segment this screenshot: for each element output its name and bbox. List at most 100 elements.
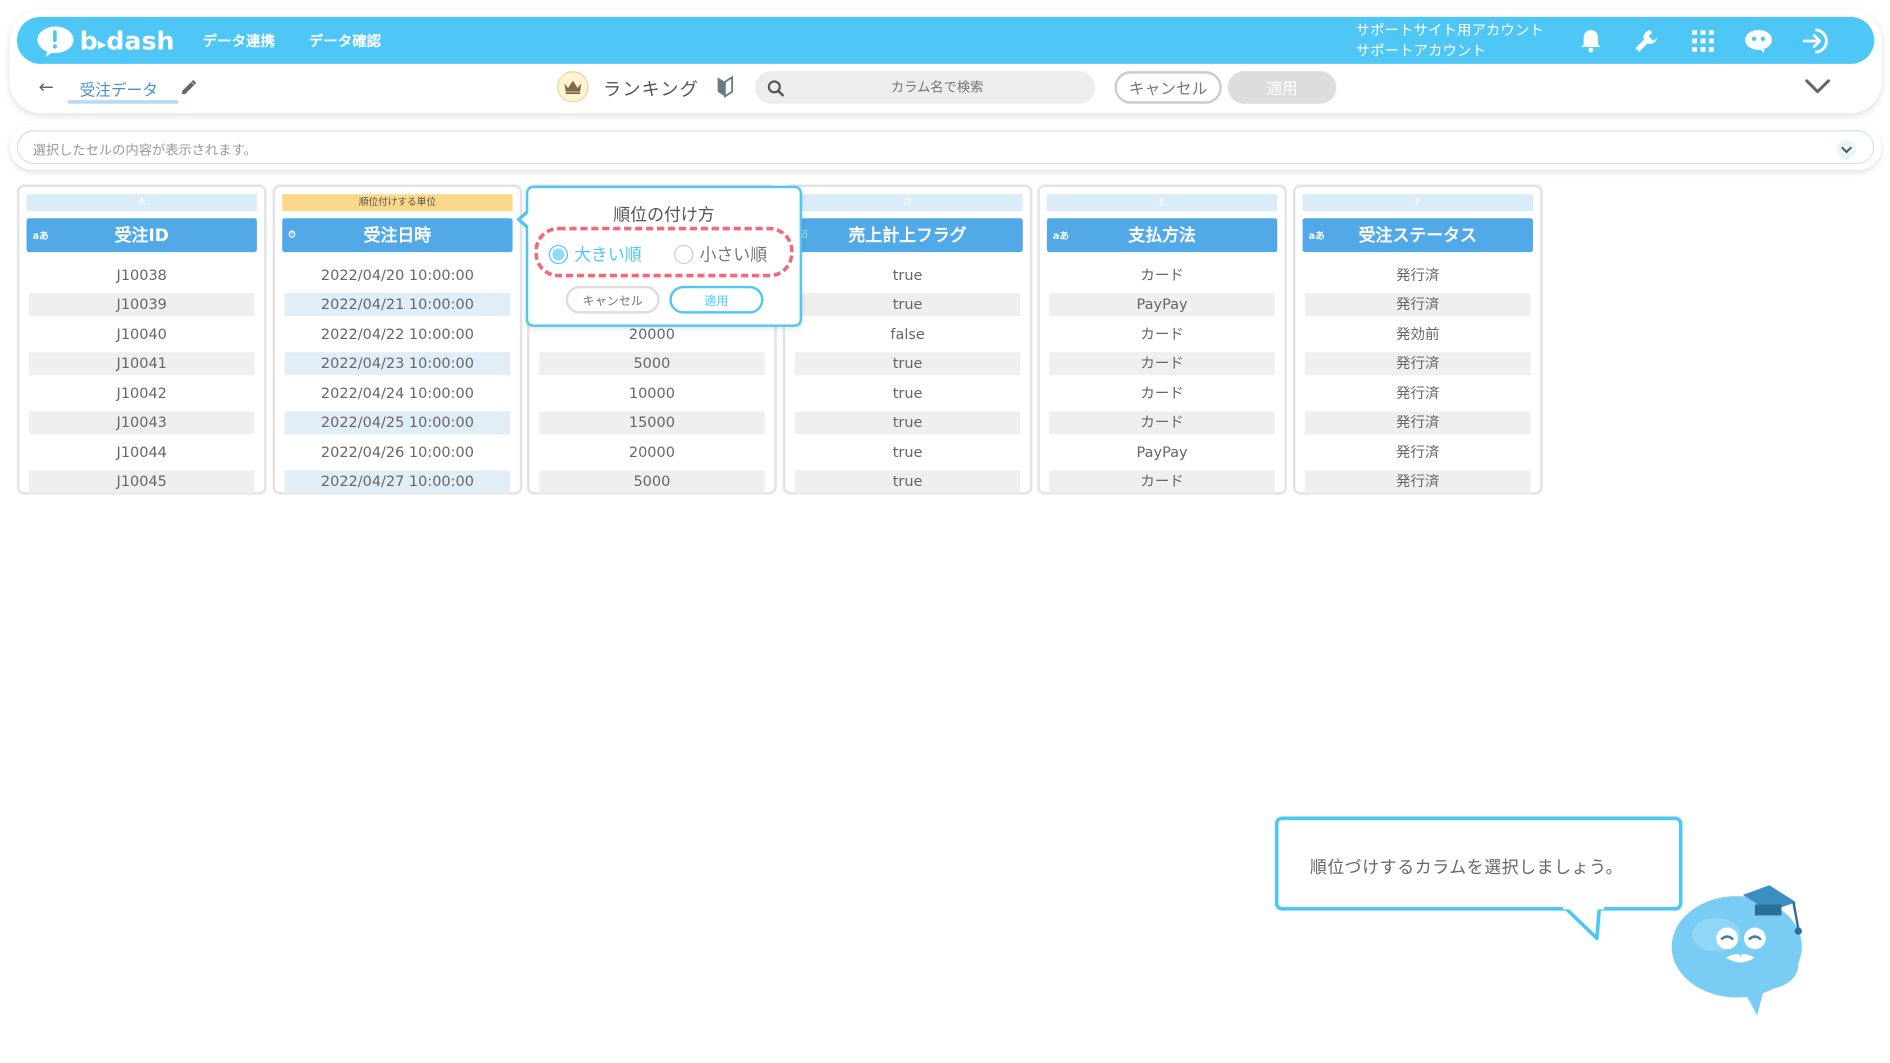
cell-content-bar[interactable]: 選択したセルの内容が表示されます。: [16, 130, 1875, 165]
table-cell[interactable]: 2022/04/20 10:00:00: [285, 264, 511, 287]
radio-ascending-label: 小さい順: [699, 246, 768, 266]
table-cell[interactable]: カード: [1049, 352, 1275, 376]
mascot-help-icon[interactable]: [1744, 27, 1773, 56]
table-cell[interactable]: J10045: [28, 470, 255, 494]
radio-descending[interactable]: 大きい順: [548, 242, 642, 266]
account-line-2: サポートアカウント: [1355, 42, 1486, 60]
column-header[interactable]: aあ 受注ID: [26, 218, 257, 253]
table-cell[interactable]: 発行済: [1305, 264, 1531, 287]
nav-data-integration[interactable]: データ連携: [203, 30, 275, 51]
pencil-icon[interactable]: [181, 77, 197, 100]
apply-button[interactable]: 適用: [1227, 71, 1337, 104]
arrow-left-icon[interactable]: ←: [39, 76, 54, 98]
table-cell[interactable]: 2022/04/27 10:00:00: [284, 470, 511, 494]
radio-dot-icon: [548, 244, 569, 265]
column-header[interactable]: aあ 受注ステータス: [1302, 218, 1533, 253]
table-cell[interactable]: カード: [1049, 264, 1275, 287]
table-cell[interactable]: 2022/04/21 10:00:00: [284, 293, 511, 316]
column-name: 支払方法: [1128, 226, 1196, 247]
table-cell[interactable]: 発行済: [1305, 293, 1531, 316]
column-header[interactable]: ☑ 売上計上フラグ: [792, 218, 1023, 253]
table-cell[interactable]: 2022/04/23 10:00:00: [284, 352, 511, 376]
table-cell[interactable]: true: [795, 264, 1021, 287]
table-cell[interactable]: 2022/04/22 10:00:00: [285, 323, 511, 346]
table-cell[interactable]: カード: [1049, 382, 1275, 405]
bdash-logo[interactable]: b▸dash: [36, 24, 175, 58]
column-letter: A: [26, 194, 257, 212]
logout-icon[interactable]: [1802, 27, 1831, 56]
mascot-character-icon: [1671, 885, 1802, 1016]
table-cell[interactable]: J10044: [29, 441, 255, 464]
table-cell[interactable]: PayPay: [1049, 441, 1275, 464]
column-type-icon: aあ: [32, 230, 49, 242]
table-cell[interactable]: 2022/04/24 10:00:00: [285, 382, 511, 405]
table-cell[interactable]: 発行済: [1305, 382, 1531, 405]
popover-apply-button[interactable]: 適用: [669, 285, 764, 314]
table-cell[interactable]: 発行済: [1305, 411, 1531, 435]
table-cell[interactable]: 20000: [539, 441, 765, 464]
popover-tail-inner: [521, 212, 530, 227]
search-input[interactable]: [798, 74, 1076, 101]
column-letter: F: [1302, 194, 1533, 212]
table-cell[interactable]: false: [795, 323, 1021, 346]
column-header[interactable]: aあ 支払方法: [1046, 218, 1278, 253]
column-name: 受注ステータス: [1358, 226, 1477, 247]
table-cell[interactable]: J10039: [28, 293, 255, 316]
column-name: 売上計上フラグ: [848, 226, 967, 247]
radio-dot-icon: [674, 244, 694, 265]
crown-icon: [557, 71, 589, 103]
table-cell[interactable]: true: [794, 470, 1021, 494]
wrench-icon[interactable]: [1632, 27, 1661, 56]
account-line-1: サポートサイト用アカウント: [1355, 21, 1544, 39]
table-cell[interactable]: J10041: [28, 352, 255, 376]
guide-message: 順位づけするカラムを選択しましょう。: [1309, 858, 1624, 879]
chevron-down-icon[interactable]: [1804, 77, 1831, 100]
column-type-icon: ⏱: [288, 229, 296, 241]
table-cell[interactable]: J10043: [28, 411, 255, 435]
cancel-button[interactable]: キャンセル: [1114, 71, 1222, 104]
table-cell[interactable]: J10040: [29, 323, 255, 346]
table-cell[interactable]: J10038: [29, 264, 255, 287]
table-cell[interactable]: true: [795, 382, 1021, 405]
nav-data-check[interactable]: データ確認: [309, 30, 381, 51]
app-grid-icon[interactable]: [1689, 27, 1718, 56]
column-type-icon: aあ: [1052, 230, 1070, 242]
radio-ascending[interactable]: 小さい順: [674, 242, 767, 266]
data-column: Aaあ 受注ID J10038 J10039 J10040 J10041 J10042 J10…: [16, 184, 267, 495]
table-cell[interactable]: 発行済: [1305, 470, 1531, 494]
column-search[interactable]: [755, 71, 1096, 104]
table-cell[interactable]: true: [794, 352, 1021, 376]
table-cell[interactable]: カード: [1049, 470, 1275, 494]
table-cell[interactable]: 2022/04/25 10:00:00: [284, 411, 511, 435]
radio-descending-label: 大きい順: [574, 246, 642, 266]
table-cell[interactable]: J10042: [29, 382, 255, 405]
column-name: 受注日時: [363, 226, 432, 247]
table-cell[interactable]: 5000: [539, 470, 765, 494]
top-nav-bar: b▸dash データ連携 データ確認 サポートサイト用アカウント サポートアカウ…: [16, 16, 1875, 64]
table-cell[interactable]: true: [794, 411, 1021, 435]
table-cell[interactable]: PayPay: [1049, 293, 1275, 316]
beginner-mark-icon[interactable]: [716, 75, 734, 103]
table-cell[interactable]: カード: [1049, 323, 1275, 346]
column-name: 受注ID: [114, 226, 169, 247]
popover-cancel-button[interactable]: キャンセル: [565, 285, 660, 314]
table-cell[interactable]: 5000: [539, 352, 765, 376]
table-cell[interactable]: 2022/04/26 10:00:00: [285, 441, 511, 464]
table-cell[interactable]: 15000: [539, 411, 765, 435]
bell-icon[interactable]: [1576, 27, 1605, 56]
column-header[interactable]: ⏱ 受注日時: [282, 218, 513, 253]
cell-content-placeholder: 選択したセルの内容が表示されます。: [32, 142, 257, 158]
account-info[interactable]: サポートサイト用アカウント サポートアカウント: [1356, 21, 1544, 62]
table-cell[interactable]: true: [795, 441, 1021, 464]
table-cell[interactable]: 10000: [539, 382, 765, 405]
table-cell[interactable]: 発効前: [1305, 323, 1531, 346]
table-cell[interactable]: 発行済: [1305, 441, 1531, 464]
page-title: 受注データ: [79, 82, 159, 101]
data-column: D ☑ 売上計上フラグ true true false true true true true tr…: [782, 184, 1033, 495]
logo-text: b▸dash: [79, 26, 175, 56]
table-cell[interactable]: カード: [1049, 411, 1275, 435]
data-column: Eaあ 支払方法 カード PayPay カード カード カード カード PayPay カード: [1037, 184, 1287, 495]
table-cell[interactable]: true: [794, 293, 1021, 316]
table-cell[interactable]: 発行済: [1305, 352, 1531, 376]
expand-chevron-icon[interactable]: [1836, 139, 1857, 160]
